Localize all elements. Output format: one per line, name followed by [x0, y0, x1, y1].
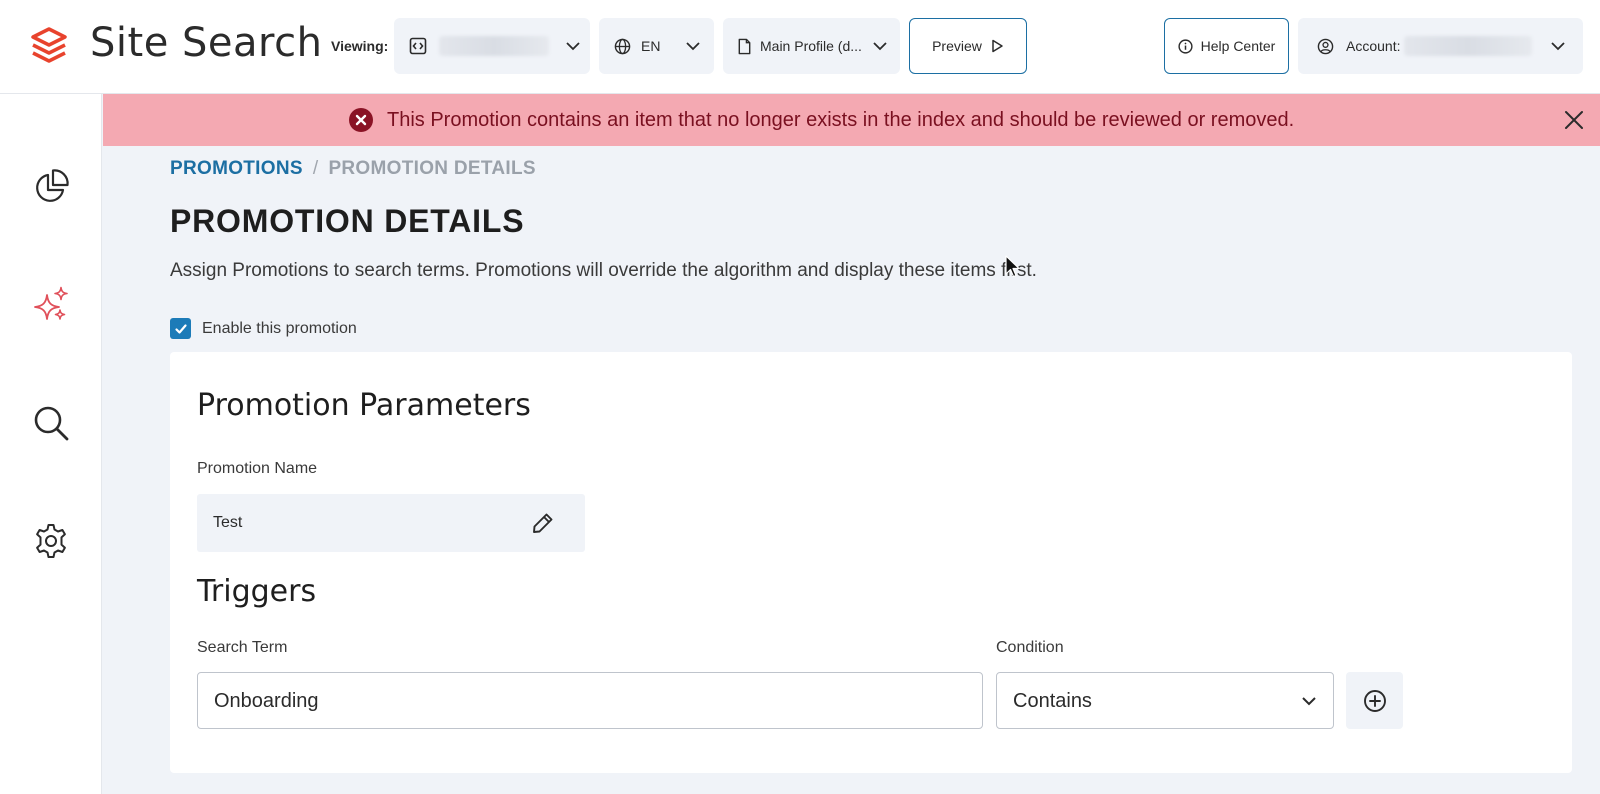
breadcrumb: PROMOTIONS / PROMOTION DETAILS [170, 158, 536, 180]
error-x-circle-icon [349, 108, 373, 132]
search-term-label: Search Term [197, 639, 288, 656]
promotion-name-value: Test [213, 514, 243, 531]
search-term-input[interactable]: Onboarding [197, 672, 983, 729]
enable-promotion-checkbox[interactable] [170, 318, 191, 339]
viewing-label: Viewing: [331, 38, 389, 54]
search-icon[interactable] [32, 404, 70, 442]
enable-promotion-label: Enable this promotion [202, 319, 357, 337]
site-selector[interactable] [394, 18, 590, 74]
analytics-pie-icon[interactable] [32, 168, 70, 206]
page-title: PROMOTION DETAILS [170, 203, 525, 239]
info-icon [1178, 38, 1193, 54]
globe-icon [614, 38, 631, 54]
chevron-down-icon [873, 42, 887, 51]
add-trigger-button[interactable] [1346, 672, 1403, 729]
profile-value: Main Profile (d... [760, 38, 862, 54]
condition-value: Contains [1013, 690, 1092, 712]
user-circle-icon [1317, 38, 1334, 54]
profile-selector[interactable]: Main Profile (d... [723, 18, 900, 74]
top-bar: Site Search Viewing: EN Main Profile (d.… [0, 0, 1600, 94]
app-title: Site Search [90, 20, 323, 66]
sidebar [0, 94, 102, 794]
close-icon[interactable] [1562, 108, 1586, 132]
mouse-cursor-icon [1005, 255, 1020, 278]
promotion-parameters-card: Promotion Parameters Promotion Name Test… [170, 352, 1572, 773]
preview-button[interactable]: Preview [909, 18, 1027, 74]
alert-message: This Promotion contains an item that no … [387, 109, 1295, 131]
language-value: EN [641, 38, 661, 54]
checkmark-icon [174, 323, 187, 334]
play-icon [992, 39, 1003, 53]
chevron-down-icon [1302, 697, 1316, 706]
chevron-down-icon [1551, 42, 1566, 51]
sparkles-icon[interactable] [32, 286, 70, 324]
breadcrumb-promotions-link[interactable]: PROMOTIONS [170, 158, 303, 179]
chevron-down-icon [566, 42, 580, 51]
search-term-value: Onboarding [214, 690, 319, 712]
pencil-edit-icon[interactable] [531, 511, 555, 535]
account-name-redacted [1404, 36, 1533, 56]
breadcrumb-separator: / [312, 158, 319, 179]
preview-label: Preview [932, 38, 982, 54]
promotion-name-label: Promotion Name [197, 460, 318, 477]
enable-promotion-row[interactable]: Enable this promotion [170, 318, 357, 339]
settings-gear-icon[interactable] [32, 522, 70, 560]
language-selector[interactable]: EN [599, 18, 714, 74]
condition-label: Condition [996, 639, 1064, 656]
plus-circle-icon [1363, 689, 1386, 712]
page-description: Assign Promotions to search terms. Promo… [170, 260, 1037, 281]
condition-select[interactable]: Contains [996, 672, 1334, 729]
account-label: Account: [1346, 38, 1401, 54]
triggers-heading: Triggers [197, 574, 317, 609]
breadcrumb-current: PROMOTION DETAILS [328, 158, 536, 179]
error-alert-banner: This Promotion contains an item that no … [103, 94, 1600, 146]
document-icon [738, 38, 751, 54]
help-center-label: Help Center [1200, 38, 1276, 54]
promotion-name-field: Test [197, 494, 585, 552]
account-menu[interactable]: Account: [1298, 18, 1583, 74]
site-name-redacted [439, 36, 549, 56]
help-center-button[interactable]: Help Center [1164, 18, 1289, 74]
code-icon [409, 37, 427, 55]
promotion-parameters-heading: Promotion Parameters [197, 388, 531, 423]
site-search-logo-icon [31, 27, 67, 63]
chevron-down-icon [686, 42, 701, 51]
